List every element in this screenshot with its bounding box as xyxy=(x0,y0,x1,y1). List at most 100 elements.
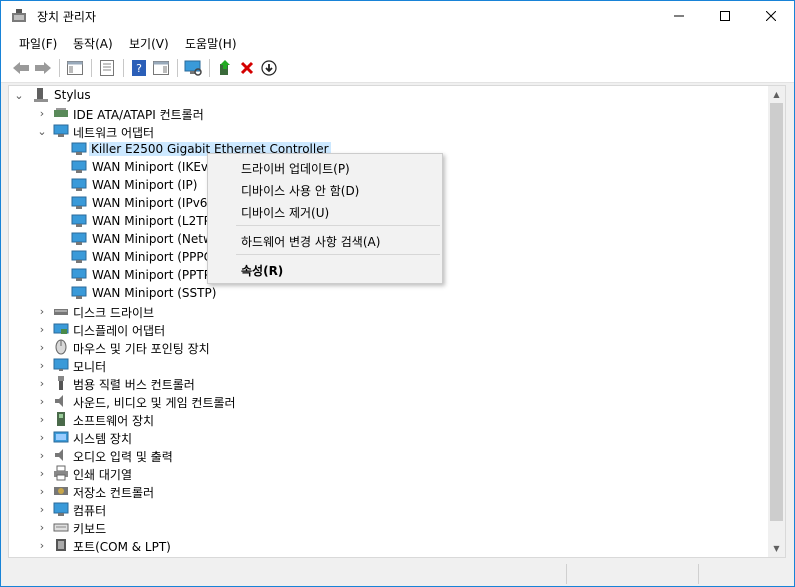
tree-category-label: 모니터 xyxy=(73,360,107,374)
expand-chevron-icon[interactable]: › xyxy=(37,500,47,518)
expand-chevron-icon[interactable]: › xyxy=(37,302,47,320)
speaker-icon xyxy=(53,393,69,409)
window-title: 장치 관리자 xyxy=(37,10,97,24)
tree-category-label: 디스플레이 어댑터 xyxy=(73,324,166,338)
toolbar-separator xyxy=(209,59,210,77)
back-icon[interactable] xyxy=(11,58,31,78)
expand-chevron-icon[interactable]: › xyxy=(37,518,47,536)
vertical-scrollbar[interactable]: ▲ ▼ xyxy=(768,86,785,557)
toolbar-separator xyxy=(91,59,92,77)
ctx-separator xyxy=(236,225,440,226)
software-device-icon xyxy=(53,411,69,427)
ctx-update-driver[interactable]: 드라이버 업데이트(P) xyxy=(208,156,442,178)
svg-text:?: ? xyxy=(136,62,142,75)
show-action-pane-icon[interactable] xyxy=(151,58,171,78)
network-adapter-icon xyxy=(53,123,69,139)
monitor-icon xyxy=(53,357,69,373)
maximize-button[interactable] xyxy=(702,1,748,31)
ctx-item-label: 드라이버 업데이트(P) xyxy=(241,162,350,176)
toolbar-separator xyxy=(177,59,178,77)
close-button[interactable] xyxy=(748,1,794,31)
status-segment xyxy=(698,564,793,584)
tree-device-label: WAN Miniport (IPv6) xyxy=(92,196,213,210)
expand-chevron-icon[interactable]: › xyxy=(37,338,47,356)
tree-root-label: Stylus xyxy=(54,88,91,102)
expand-chevron-icon[interactable]: › xyxy=(37,392,47,410)
expand-chevron-icon[interactable]: › xyxy=(37,446,47,464)
network-adapter-icon xyxy=(71,159,87,175)
expand-chevron-icon[interactable]: › xyxy=(37,104,47,122)
device-manager-icon xyxy=(11,9,27,23)
tree-category-label: 인쇄 대기열 xyxy=(73,468,133,482)
menu-bar: 파일(F) 동작(A) 보기(V) 도움말(H) xyxy=(1,31,794,53)
menu-action[interactable]: 동작(A) xyxy=(73,35,113,52)
tree-device-label: WAN Miniport (IP) xyxy=(92,178,198,192)
expand-chevron-icon[interactable]: › xyxy=(37,320,47,338)
storage-controller-icon xyxy=(53,483,69,499)
scroll-up-icon[interactable]: ▲ xyxy=(768,86,785,103)
keyboard-icon xyxy=(53,519,69,535)
toolbar: ? xyxy=(1,53,794,83)
network-adapter-icon xyxy=(71,195,87,211)
forward-icon[interactable] xyxy=(33,58,53,78)
tree-category-label: 마우스 및 기타 포인팅 장치 xyxy=(73,342,210,356)
ctx-scan-hardware[interactable]: 하드웨어 변경 사항 검색(A) xyxy=(208,229,442,251)
computer-icon xyxy=(33,87,49,103)
ctx-item-label: 디바이스 제거(U) xyxy=(241,206,330,220)
tree-category-label: 키보드 xyxy=(73,522,107,536)
network-adapter-icon xyxy=(71,177,87,193)
disable-icon[interactable] xyxy=(259,58,279,78)
tree-category-label: 디스크 드라이브 xyxy=(73,306,155,320)
show-hide-console-tree-icon[interactable] xyxy=(65,58,85,78)
mouse-icon xyxy=(53,339,69,355)
expand-chevron-icon[interactable]: › xyxy=(37,428,47,446)
scroll-thumb[interactable] xyxy=(770,103,783,521)
ctx-disable-device[interactable]: 디바이스 사용 안 함(D) xyxy=(208,178,442,200)
usb-icon xyxy=(53,375,69,391)
system-device-icon xyxy=(53,429,69,445)
tree-device-label: WAN Miniport (PPPO xyxy=(92,250,214,264)
printer-icon xyxy=(53,465,69,481)
toolbar-separator xyxy=(59,59,60,77)
collapse-chevron-icon[interactable]: ⌄ xyxy=(14,86,24,104)
ide-controller-icon xyxy=(53,105,69,121)
audio-icon xyxy=(53,447,69,463)
expand-chevron-icon[interactable]: › xyxy=(37,410,47,428)
tree-device-label: WAN Miniport (IKEv2 xyxy=(92,160,216,174)
expand-chevron-icon[interactable]: › xyxy=(37,482,47,500)
status-segment xyxy=(566,564,698,584)
tree-category-label: IDE ATA/ATAPI 컨트롤러 xyxy=(73,108,204,122)
menu-file[interactable]: 파일(F) xyxy=(19,35,57,52)
network-adapter-icon xyxy=(71,249,87,265)
expand-chevron-icon[interactable]: › xyxy=(37,356,47,374)
tree-device-label: WAN Miniport (PPTP xyxy=(92,268,211,282)
properties-icon[interactable] xyxy=(97,58,117,78)
update-driver-icon[interactable] xyxy=(215,58,235,78)
tree-device-label: WAN Miniport (Netw xyxy=(92,232,213,246)
tree-device-label: WAN Miniport (L2TP) xyxy=(92,214,216,228)
ctx-uninstall-device[interactable]: 디바이스 제거(U) xyxy=(208,200,442,222)
menu-help[interactable]: 도움말(H) xyxy=(185,35,237,52)
expand-chevron-icon[interactable]: › xyxy=(37,536,47,554)
tree-category-label: 소프트웨어 장치 xyxy=(73,414,155,428)
tree-category-label: 네트워크 어댑터 xyxy=(73,126,155,140)
toolbar-separator xyxy=(123,59,124,77)
collapse-chevron-icon[interactable]: ⌄ xyxy=(37,122,47,140)
scan-hardware-icon[interactable] xyxy=(183,58,203,78)
menu-view[interactable]: 보기(V) xyxy=(129,35,169,52)
expand-chevron-icon[interactable]: › xyxy=(37,464,47,482)
minimize-button[interactable] xyxy=(656,1,702,31)
tree-category-label: 포트(COM & LPT) xyxy=(73,540,171,554)
display-adapter-icon xyxy=(53,321,69,337)
device-manager-window: 장치 관리자 파일(F) 동작(A) 보기(V) 도움말(H) ? ⌄ Styl… xyxy=(0,0,795,587)
expand-chevron-icon[interactable]: › xyxy=(37,374,47,392)
network-adapter-icon xyxy=(71,231,87,247)
uninstall-icon[interactable] xyxy=(237,58,257,78)
ctx-item-label: 하드웨어 변경 사항 검색(A) xyxy=(241,235,381,249)
scroll-down-icon[interactable]: ▼ xyxy=(768,540,785,557)
status-bar xyxy=(1,562,794,586)
tree-category-label: 저장소 컨트롤러 xyxy=(73,486,155,500)
help-icon[interactable]: ? xyxy=(129,58,149,78)
ctx-properties[interactable]: 속성(R) xyxy=(208,258,442,280)
tree-category-label: 컴퓨터 xyxy=(73,504,107,518)
